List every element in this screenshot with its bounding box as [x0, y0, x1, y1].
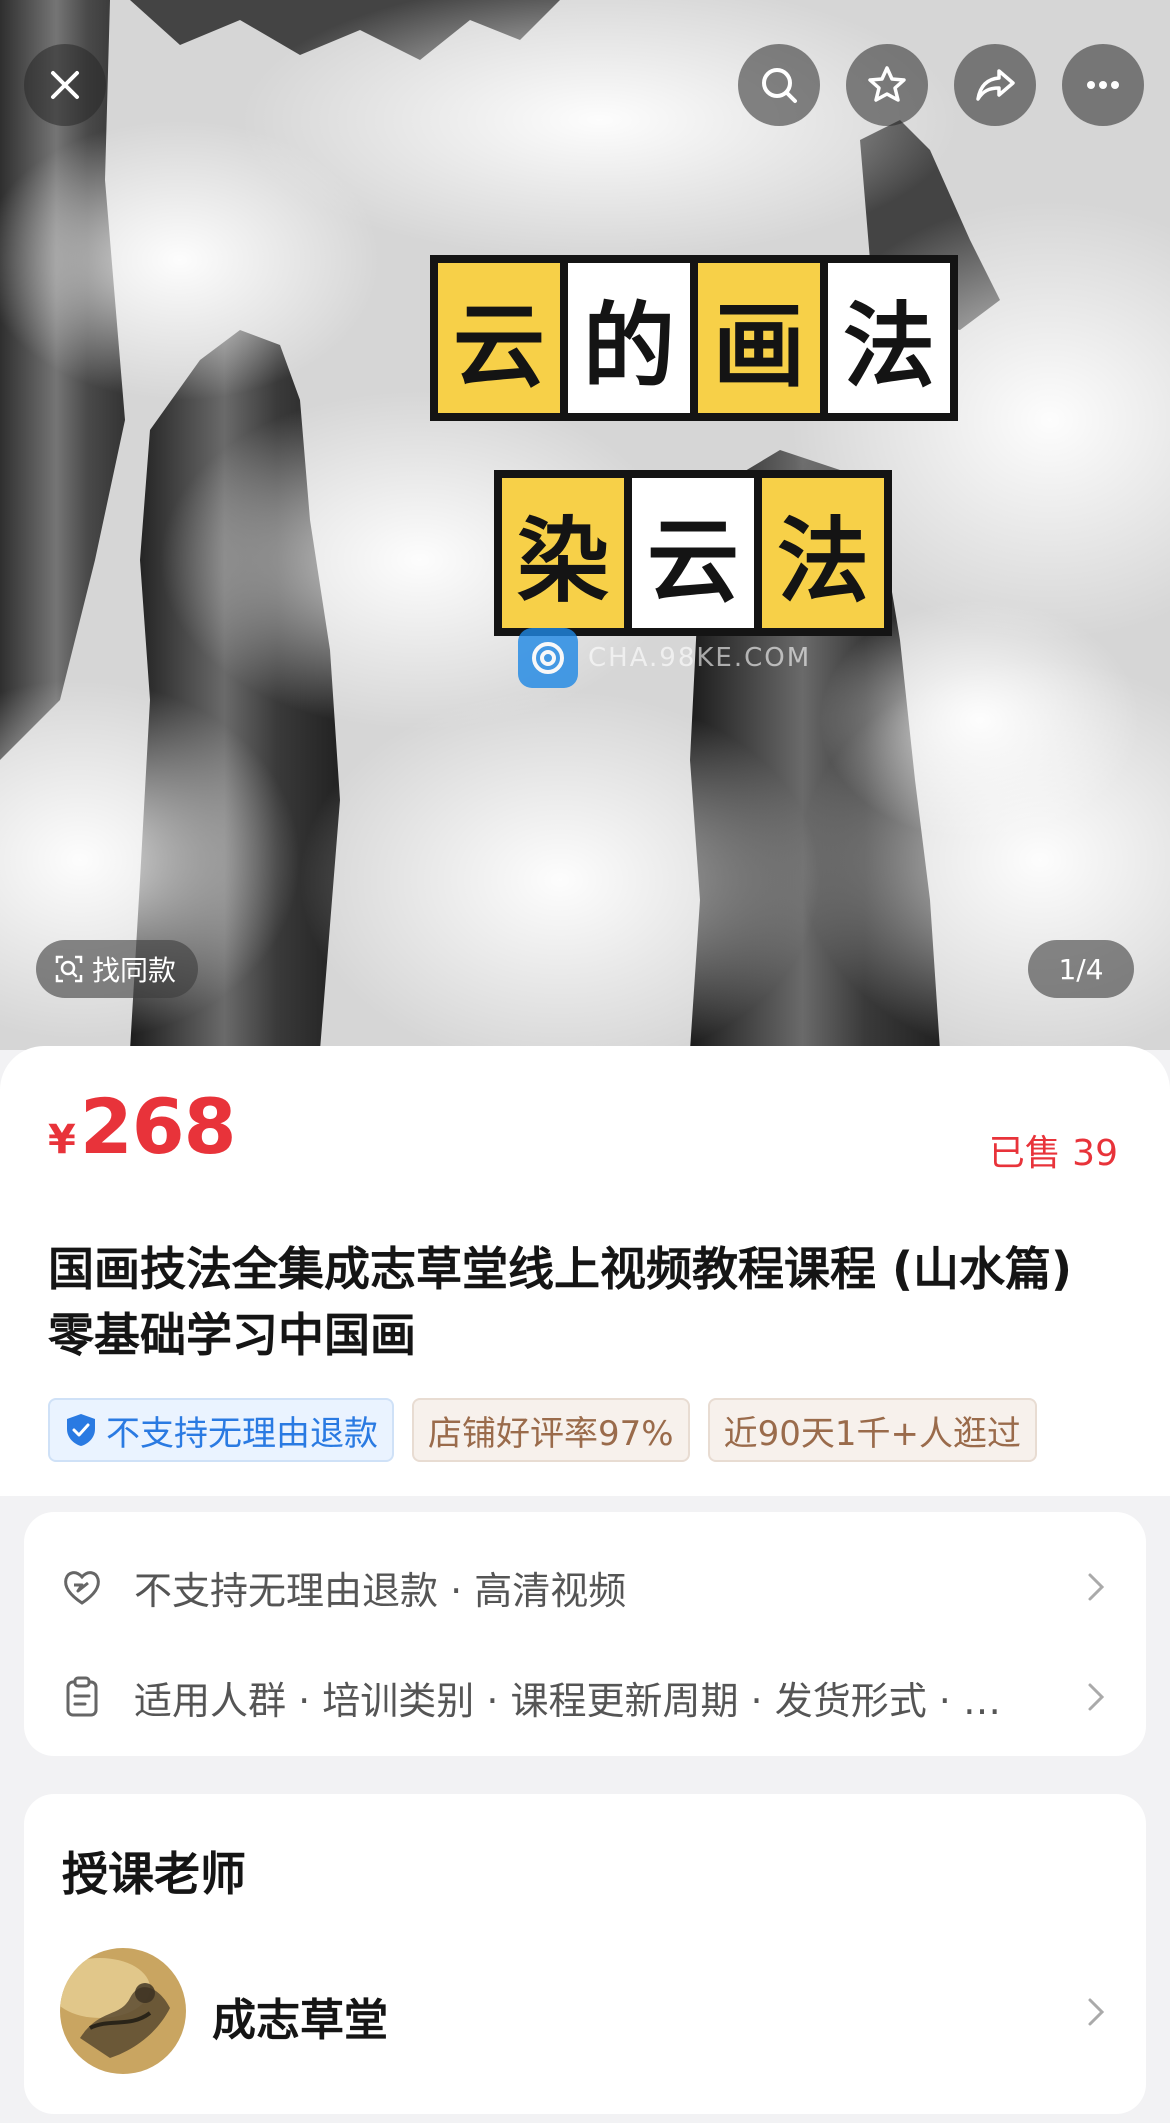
product-info-card: ¥ 268 已售 39 国画技法全集成志草堂线上视频教程课程 (山水篇) 零基础… [0, 1046, 1170, 1496]
teacher-name[interactable]: 成志草堂 [212, 1984, 388, 2048]
clipboard-icon [66, 1676, 98, 1717]
search-icon [762, 68, 797, 103]
tag-visitors[interactable]: 近90天1千+人逛过 [707, 1398, 1037, 1462]
price-value: 268 [79, 1082, 237, 1171]
product-image-carousel[interactable]: 云 的 画 法 染 云 法 CHA.98KE.COM 找同款 1/4 [0, 0, 1170, 1050]
cover-title-char: 法 [754, 470, 892, 636]
service-guarantee-row[interactable]: 不支持无理由退款 · 高清视频 [60, 1552, 1110, 1622]
service-card: 不支持无理由退款 · 高清视频 适用人群 · 培训类别 · 课程更新周期 · 发… [24, 1512, 1146, 1756]
price: ¥ 268 [48, 1082, 236, 1171]
product-title: 国画技法全集成志草堂线上视频教程课程 (山水篇) 零基础学习中国画 [48, 1242, 1073, 1362]
watermark-text: CHA.98KE.COM [588, 643, 812, 673]
watermark: CHA.98KE.COM [518, 628, 811, 688]
product-page: 云 的 画 法 染 云 法 CHA.98KE.COM 找同款 1/4 ¥ 268… [0, 0, 1170, 2123]
find-same-label: 找同款 [92, 954, 177, 987]
cover-title-char: 法 [820, 255, 958, 421]
favorite-button[interactable] [846, 44, 928, 126]
service-params-text: 适用人群 · 培训类别 · 课程更新周期 · 发货形式 · … [134, 1678, 1001, 1723]
sold-count: 已售 39 [988, 1133, 1118, 1174]
service-params-row[interactable]: 适用人群 · 培训类别 · 课程更新周期 · 发货形式 · … [60, 1662, 1110, 1732]
close-button[interactable] [24, 44, 106, 126]
tag-label: 店铺好评率97% [428, 1413, 674, 1454]
share-button[interactable] [954, 44, 1036, 126]
cover-title-char: 染 [494, 470, 632, 636]
teacher-card: 授课老师 成志草堂 [24, 1794, 1146, 2114]
product-tags: 不支持无理由退款 店铺好评率97% 近90天1千+人逛过 [48, 1398, 1122, 1462]
cover-title-char: 云 [430, 255, 568, 421]
tag-label: 不支持无理由退款 [106, 1413, 378, 1454]
watermark-logo-icon [518, 628, 578, 688]
cover-title-line-2: 染 云 法 [494, 470, 892, 636]
find-same-button[interactable]: 找同款 [36, 940, 199, 998]
cover-title-char: 的 [560, 255, 698, 421]
close-icon [51, 71, 79, 99]
tag-no-refund[interactable]: 不支持无理由退款 [48, 1398, 394, 1462]
share-icon [976, 69, 1015, 101]
scan-search-icon [55, 955, 83, 983]
service-guarantee-text: 不支持无理由退款 · 高清视频 [134, 1568, 627, 1613]
chevron-right-icon [1088, 1573, 1105, 1601]
search-button[interactable] [738, 44, 820, 126]
teacher-heading: 授课老师 [62, 1847, 246, 1901]
cover-title-char: 画 [690, 255, 828, 421]
teacher-avatar[interactable] [60, 1948, 186, 2074]
tag-label: 近90天1千+人逛过 [723, 1413, 1021, 1454]
currency-symbol: ¥ [48, 1117, 76, 1163]
more-icon [1087, 81, 1119, 89]
chevron-right-icon [1088, 1683, 1105, 1711]
image-counter: 1/4 [1028, 940, 1134, 998]
tag-store-rating[interactable]: 店铺好评率97% [412, 1398, 690, 1462]
more-button[interactable] [1062, 44, 1144, 126]
chevron-right-icon[interactable] [1082, 1994, 1110, 2030]
heart-shield-icon [64, 1571, 100, 1605]
shield-check-icon [67, 1414, 95, 1446]
cover-title-line-1: 云 的 画 法 [430, 255, 958, 421]
cover-title-char: 云 [624, 470, 762, 636]
star-icon [868, 66, 906, 102]
